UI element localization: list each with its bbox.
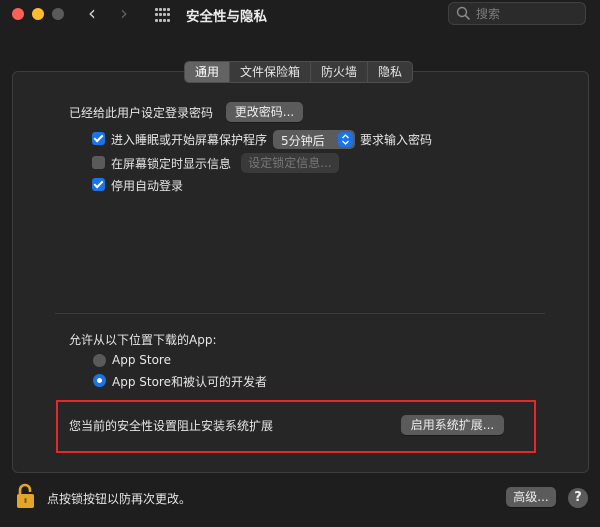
tab-general[interactable]: 通用	[185, 62, 230, 82]
search-field[interactable]: 搜索	[448, 2, 586, 25]
zoom-window-button[interactable]	[52, 8, 64, 20]
minimize-window-button[interactable]	[32, 8, 44, 20]
show-message-checkbox[interactable]	[92, 156, 105, 169]
downloads-heading: 允许从以下位置下载的App:	[69, 333, 217, 347]
radio-app-store-identified-label: App Store和被认可的开发者	[112, 375, 267, 389]
title-bar: ‹ › 安全性与隐私 搜索	[0, 0, 600, 30]
password-delay-value: 5分钟后	[281, 134, 325, 148]
password-set-label: 已经给此用户设定登录密码	[69, 106, 214, 120]
section-divider	[55, 313, 545, 314]
change-password-button[interactable]: 更改密码...	[226, 102, 303, 122]
set-lock-message-button[interactable]: 设定锁定信息...	[241, 153, 339, 173]
password-delay-select[interactable]: 5分钟后	[273, 130, 355, 149]
window-title: 安全性与隐私	[186, 9, 267, 25]
radio-app-store-identified[interactable]	[93, 374, 106, 387]
require-password-checkbox[interactable]	[92, 132, 105, 145]
radio-app-store-label: App Store	[112, 353, 171, 367]
require-password-suffix: 要求输入密码	[360, 133, 433, 147]
show-message-label: 在屏幕锁定时显示信息	[111, 157, 232, 171]
enable-system-extension-button[interactable]: 启用系统扩展...	[401, 415, 504, 435]
select-stepper-icon	[338, 132, 353, 147]
disable-autologin-label: 停用自动登录	[111, 179, 184, 193]
search-placeholder: 搜索	[476, 7, 501, 21]
tab-filevault[interactable]: 文件保险箱	[229, 62, 310, 82]
tab-privacy[interactable]: 隐私	[367, 62, 412, 82]
radio-app-store[interactable]	[93, 354, 106, 367]
help-button[interactable]: ?	[568, 488, 588, 508]
show-all-grid-icon[interactable]	[155, 8, 170, 23]
extension-blocked-message: 您当前的安全性设置阻止安装系统扩展	[69, 419, 274, 433]
require-password-label: 进入睡眠或开始屏幕保护程序	[111, 133, 268, 147]
tab-firewall[interactable]: 防火墙	[310, 62, 367, 82]
tab-bar: 通用 文件保险箱 防火墙 隐私	[184, 61, 414, 83]
advanced-button[interactable]: 高级...	[506, 487, 556, 507]
lock-icon[interactable]	[16, 483, 38, 509]
back-arrow-icon[interactable]: ‹	[88, 2, 96, 24]
search-icon	[456, 6, 470, 20]
close-window-button[interactable]	[12, 8, 24, 20]
forward-arrow-icon[interactable]: ›	[120, 2, 128, 24]
lock-message: 点按锁按钮以防再次更改。	[47, 492, 192, 506]
disable-autologin-checkbox[interactable]	[92, 178, 105, 191]
